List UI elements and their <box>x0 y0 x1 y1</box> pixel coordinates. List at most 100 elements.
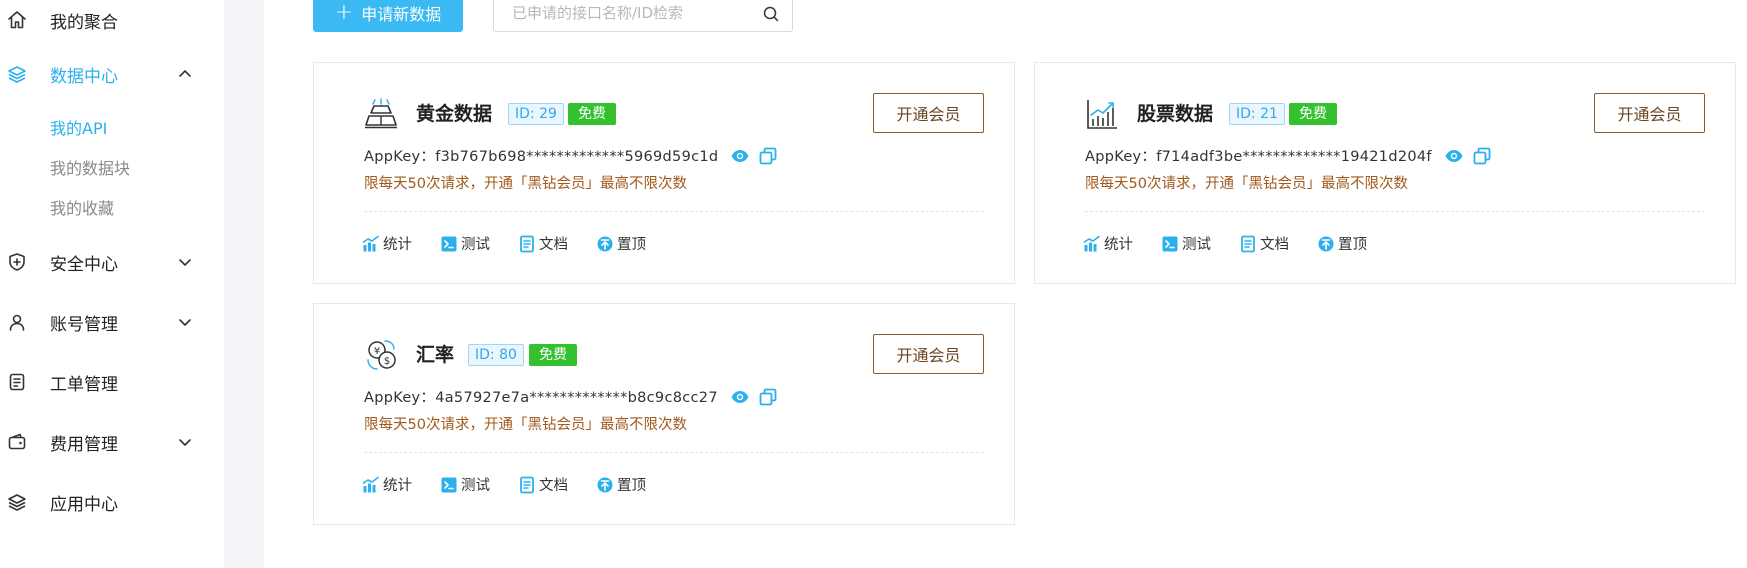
copy-icon[interactable] <box>758 146 778 166</box>
card-title: 股票数据 <box>1137 103 1214 125</box>
pin-top-icon <box>596 476 614 494</box>
api-card: 黄金数据 ID: 29 免费 开通会员 AppKey：f3b767b698***… <box>313 62 1015 284</box>
terminal-icon <box>1161 235 1179 253</box>
bar-chart-icon <box>1083 235 1101 253</box>
card-divider <box>1085 211 1705 212</box>
sidebar-subitem-my-api[interactable]: 我的API <box>50 115 107 139</box>
home-icon <box>6 9 28 31</box>
appkey-text: AppKey：f714adf3be*************19421d204f <box>1085 149 1432 165</box>
sidebar-subitem-my-favorites[interactable]: 我的收藏 <box>50 195 114 219</box>
document-icon <box>518 235 536 253</box>
request-limit-text: 限每天50次请求，开通「黑钻会员」最高不限次数 <box>364 176 687 192</box>
sidebar-item-label: 工单管理 <box>50 374 118 395</box>
search-icon[interactable] <box>762 5 780 23</box>
eye-icon[interactable] <box>1444 146 1464 166</box>
pin-action[interactable]: 置顶 <box>596 474 646 495</box>
stats-action[interactable]: 统计 <box>1083 233 1133 254</box>
sidebar-item-ticket-management[interactable]: 工单管理 <box>0 362 224 402</box>
sidebar-item-billing-management[interactable]: 费用管理 <box>0 422 224 462</box>
chevron-down-icon[interactable] <box>176 253 194 271</box>
docs-action[interactable]: 文档 <box>1239 233 1289 254</box>
eye-icon[interactable] <box>730 146 750 166</box>
docs-label: 文档 <box>539 478 568 494</box>
pin-label: 置顶 <box>1338 237 1367 253</box>
pin-action[interactable]: 置顶 <box>1317 233 1367 254</box>
layers-icon <box>6 491 28 513</box>
currency-exchange-icon: ¥ $ <box>364 338 398 372</box>
appkey-text: AppKey：4a57927e7a*************b8c9c8cc27 <box>364 390 718 406</box>
docs-action[interactable]: 文档 <box>518 474 568 495</box>
sidebar-item-label: 安全中心 <box>50 254 118 275</box>
search-input[interactable] <box>512 0 752 31</box>
pin-top-icon <box>1317 235 1335 253</box>
sidebar-item-security-center[interactable]: 安全中心 <box>0 242 224 282</box>
activate-membership-button[interactable]: 开通会员 <box>1594 93 1705 133</box>
sidebar-item-app-center[interactable]: 应用中心 <box>0 482 224 522</box>
pin-label: 置顶 <box>617 237 646 253</box>
svg-text:$: $ <box>384 356 390 367</box>
pin-top-icon <box>596 235 614 253</box>
card-actions: 统计 测试 文档 置顶 <box>362 474 674 495</box>
card-divider <box>364 211 984 212</box>
chevron-down-icon[interactable] <box>176 433 194 451</box>
eye-icon[interactable] <box>730 387 750 407</box>
test-action[interactable]: 测试 <box>440 233 490 254</box>
sidebar-item-account-management[interactable]: 账号管理 <box>0 302 224 342</box>
sidebar-gutter <box>224 0 264 568</box>
chevron-up-icon[interactable] <box>176 65 194 83</box>
id-badge: ID: 29 <box>508 103 564 125</box>
stock-chart-icon <box>1085 97 1119 131</box>
activate-membership-button[interactable]: 开通会员 <box>873 334 984 374</box>
test-label: 测试 <box>461 478 490 494</box>
id-badge: ID: 80 <box>468 344 524 366</box>
test-label: 测试 <box>1182 237 1211 253</box>
gold-bars-icon <box>364 97 398 131</box>
sidebar: 我的聚合 数据中心 我的API 我的数据块 我的收藏 安全中心 账号管理 工单管… <box>0 0 224 568</box>
free-badge: 免费 <box>529 344 577 366</box>
id-badge: ID: 21 <box>1229 103 1285 125</box>
svg-text:¥: ¥ <box>374 346 380 357</box>
sidebar-item-my-aggregation[interactable]: 我的聚合 <box>0 0 224 40</box>
request-limit-text: 限每天50次请求，开通「黑钻会员」最高不限次数 <box>1085 176 1408 192</box>
sidebar-item-label: 费用管理 <box>50 434 118 455</box>
layers-icon <box>6 63 28 85</box>
request-limit-text: 限每天50次请求，开通「黑钻会员」最高不限次数 <box>364 417 687 433</box>
sidebar-item-label: 我的聚合 <box>50 12 118 33</box>
sidebar-item-label: 账号管理 <box>50 314 118 335</box>
document-icon <box>1239 235 1257 253</box>
docs-label: 文档 <box>1260 237 1289 253</box>
bar-chart-icon <box>362 235 380 253</box>
api-card: ¥ $ 汇率 ID: 80 免费 开通会员 AppKey：4a57927e7a*… <box>313 303 1015 525</box>
api-card: 股票数据 ID: 21 免费 开通会员 AppKey：f714adf3be***… <box>1034 62 1736 284</box>
stats-action[interactable]: 统计 <box>362 233 412 254</box>
docs-label: 文档 <box>539 237 568 253</box>
appkey-row: AppKey：4a57927e7a*************b8c9c8cc27 <box>364 386 778 407</box>
appkey-row: AppKey：f3b767b698*************5969d59c1d <box>364 145 778 166</box>
stats-label: 统计 <box>383 478 412 494</box>
stats-label: 统计 <box>383 237 412 253</box>
apply-new-data-button[interactable]: + 申请新数据 <box>313 0 463 32</box>
card-title: 汇率 <box>416 344 455 366</box>
card-divider <box>364 452 984 453</box>
test-action[interactable]: 测试 <box>1161 233 1211 254</box>
document-list-icon <box>6 371 28 393</box>
user-icon <box>6 311 28 333</box>
docs-action[interactable]: 文档 <box>518 233 568 254</box>
stats-label: 统计 <box>1104 237 1133 253</box>
sidebar-item-data-center[interactable]: 数据中心 <box>0 54 224 94</box>
test-action[interactable]: 测试 <box>440 474 490 495</box>
card-actions: 统计 测试 文档 置顶 <box>1083 233 1395 254</box>
card-actions: 统计 测试 文档 置顶 <box>362 233 674 254</box>
chevron-down-icon[interactable] <box>176 313 194 331</box>
pin-action[interactable]: 置顶 <box>596 233 646 254</box>
activate-membership-button[interactable]: 开通会员 <box>873 93 984 133</box>
free-badge: 免费 <box>568 103 616 125</box>
appkey-row: AppKey：f714adf3be*************19421d204f <box>1085 145 1492 166</box>
free-badge: 免费 <box>1289 103 1337 125</box>
stats-action[interactable]: 统计 <box>362 474 412 495</box>
pin-label: 置顶 <box>617 478 646 494</box>
plus-icon: + <box>334 0 354 25</box>
copy-icon[interactable] <box>758 387 778 407</box>
sidebar-subitem-my-data-blocks[interactable]: 我的数据块 <box>50 155 130 179</box>
copy-icon[interactable] <box>1472 146 1492 166</box>
